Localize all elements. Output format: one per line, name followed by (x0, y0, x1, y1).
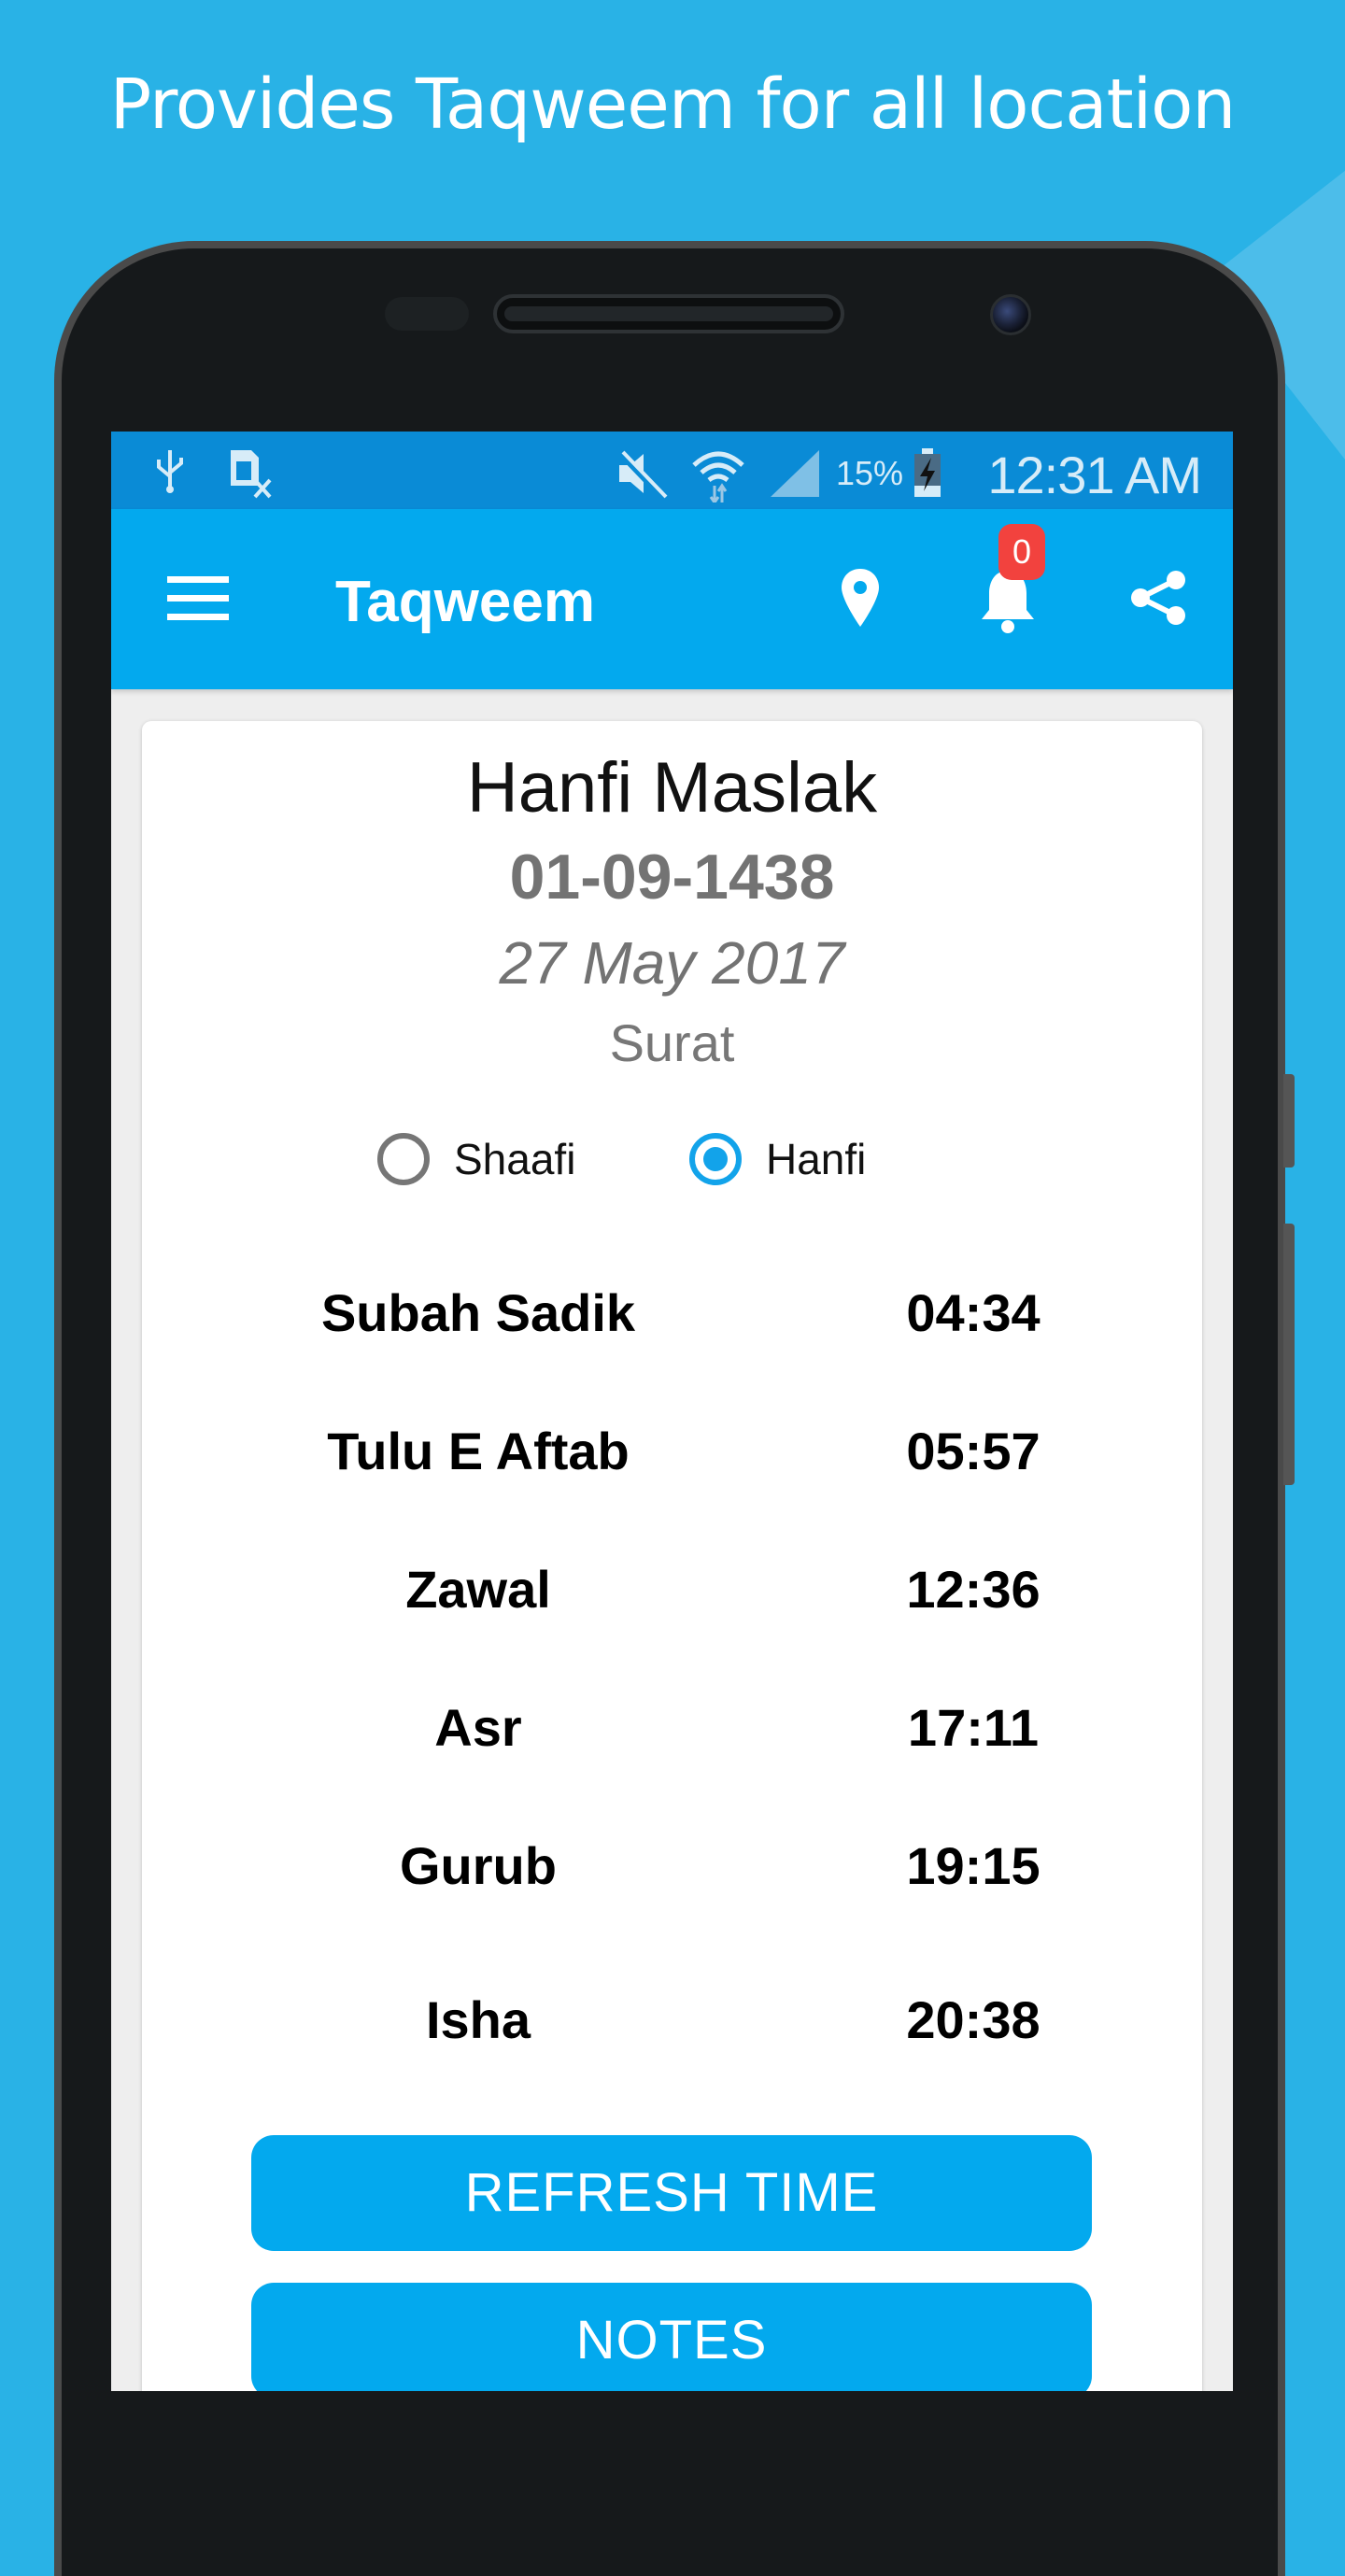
phone-screen: 15% 12:31 AM Taqweem 0 Hanfi Maslak 01-0… (111, 432, 1233, 2391)
prayer-time: 19:15 (906, 1836, 1041, 1895)
phone-speaker-grille (504, 306, 833, 321)
prayer-row: Zawal 12:36 (142, 1548, 1202, 1632)
prayer-time: 20:38 (906, 1990, 1041, 2049)
radio-circle[interactable] (689, 1133, 742, 1185)
wifi-icon (692, 451, 744, 502)
taqweem-card: Hanfi Maslak 01-09-1438 27 May 2017 Sura… (142, 721, 1202, 2391)
prayer-time: 12:36 (906, 1560, 1041, 1619)
share-icon[interactable] (1129, 569, 1187, 627)
prayer-name: Isha (425, 1990, 531, 2049)
phone-side-button (1283, 1074, 1295, 1168)
radio-label: Hanfi (766, 1135, 867, 1183)
prayer-row: Gurub 19:15 (142, 1824, 1202, 1908)
radio-hanfi[interactable]: Hanfi (689, 1126, 866, 1192)
prayer-time: 04:34 (906, 1283, 1041, 1342)
mute-icon (616, 449, 668, 499)
app-bar: Taqweem 0 (111, 509, 1233, 689)
city-name: Surat (609, 1013, 735, 1072)
prayer-time: 05:57 (906, 1422, 1041, 1480)
prayer-row: Tulu E Aftab 05:57 (142, 1409, 1202, 1493)
prayer-row: Subah Sadik 04:34 (142, 1271, 1202, 1355)
menu-icon[interactable] (167, 574, 229, 623)
usb-icon (157, 450, 183, 493)
phone-camera (990, 294, 1031, 335)
app-title: Taqweem (335, 570, 595, 634)
battery-percent: 15% (836, 454, 904, 492)
promo-headline: Provides Taqweem for all location (109, 64, 1237, 145)
status-bar: 15% 12:31 AM (111, 432, 1233, 509)
prayer-name: Subah Sadik (320, 1283, 636, 1342)
notification-badge: 0 (998, 524, 1045, 580)
maslak-title: Hanfi Maslak (466, 748, 878, 828)
refresh-time-button[interactable]: REFRESH TIME (251, 2135, 1092, 2251)
prayer-row: Asr 17:11 (142, 1686, 1202, 1770)
prayer-name: Tulu E Aftab (327, 1422, 630, 1480)
prayer-time: 17:11 (907, 1698, 1040, 1757)
hijri-date: 01-09-1438 (509, 842, 835, 913)
no-sim-icon (231, 450, 272, 499)
location-pin-icon[interactable] (840, 567, 881, 629)
gregorian-date: 27 May 2017 (499, 929, 845, 997)
prayer-row: Isha 20:38 (142, 1978, 1202, 2062)
signal-icon (771, 450, 819, 497)
prayer-name: Zawal (405, 1560, 551, 1619)
radio-shaafi[interactable]: Shaafi (377, 1126, 575, 1192)
battery-charging-icon (914, 448, 941, 497)
phone-side-button (1283, 1224, 1295, 1485)
notes-button[interactable]: NOTES (251, 2283, 1092, 2391)
radio-label: Shaafi (454, 1135, 576, 1183)
phone-sensor (385, 297, 469, 331)
prayer-name: Asr (434, 1698, 522, 1757)
status-time: 12:31 AM (987, 446, 1202, 504)
prayer-name: Gurub (400, 1836, 557, 1895)
radio-circle[interactable] (377, 1133, 430, 1185)
